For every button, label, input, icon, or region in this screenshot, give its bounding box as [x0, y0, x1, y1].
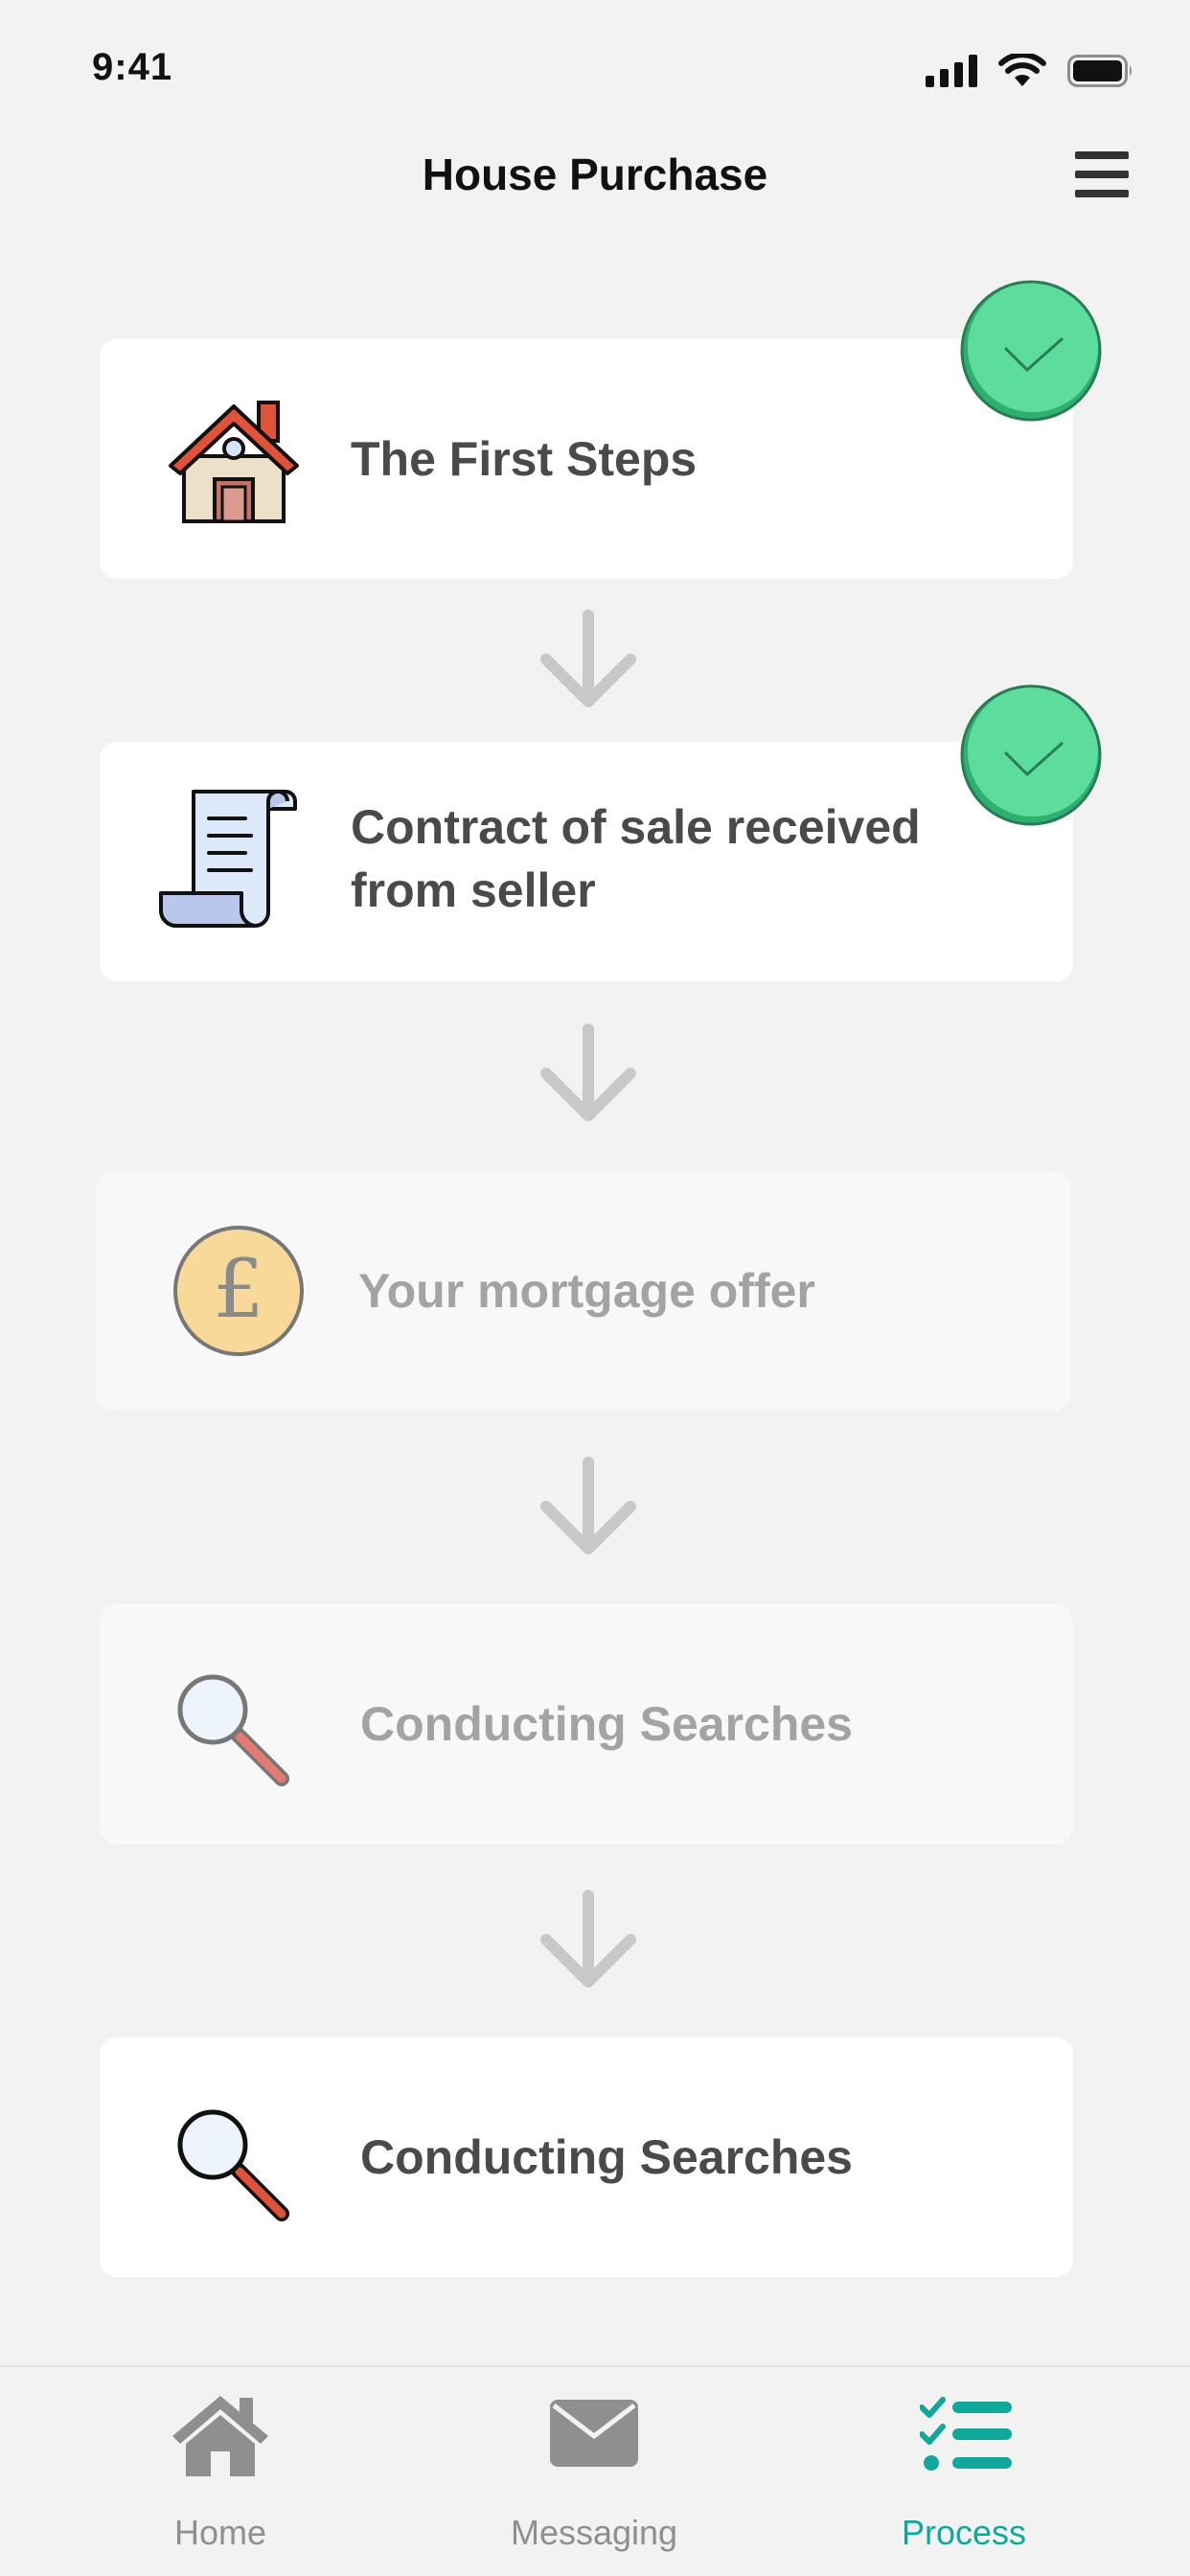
- scroll-icon: [159, 790, 297, 928]
- tab-home[interactable]: Home: [125, 2367, 316, 2559]
- arrow-down-icon: [540, 1457, 636, 1554]
- battery-icon: [1067, 55, 1132, 87]
- step-label: Contract of sale received from seller: [351, 800, 921, 917]
- step-label: The First Steps: [351, 432, 698, 486]
- step-label: Your mortgage offer: [358, 1264, 815, 1318]
- step-card-searches-pending[interactable]: Conducting Searches: [100, 1604, 1073, 1844]
- page-title: House Purchase: [422, 150, 768, 199]
- tab-label: Process: [901, 2513, 1027, 2552]
- check-complete-icon: [960, 684, 1102, 826]
- tab-bar: Home Messaging Process: [0, 2365, 1190, 2576]
- status-time: 9:41: [92, 46, 173, 88]
- home-icon: [172, 2396, 268, 2476]
- cellular-signal-icon: [926, 55, 977, 87]
- hamburger-menu-button[interactable]: [1073, 148, 1131, 201]
- house-icon: [169, 401, 299, 523]
- header: House Purchase: [0, 144, 1190, 259]
- arrow-down-icon: [540, 610, 636, 707]
- step-card-searches-active[interactable]: Conducting Searches: [100, 2037, 1073, 2277]
- status-icons: [926, 54, 1134, 88]
- step-card-first-steps[interactable]: The First Steps: [100, 339, 1073, 579]
- tab-process[interactable]: Process: [868, 2367, 1060, 2559]
- arrow-down-icon: [540, 1890, 636, 1988]
- tab-label: Messaging: [510, 2513, 678, 2552]
- menu-icon-bar: [1075, 190, 1129, 197]
- step-label: Conducting Searches: [360, 2130, 853, 2184]
- magnifier-icon: [177, 1674, 289, 1786]
- check-complete-icon: [960, 280, 1102, 422]
- step-label: Conducting Searches: [360, 1697, 853, 1751]
- pound-coin-icon: £: [173, 1226, 304, 1356]
- svg-text:£: £: [213, 1242, 263, 1336]
- arrow-down-icon: [540, 1024, 636, 1121]
- menu-icon-bar: [1075, 171, 1129, 178]
- step-card-mortgage-offer[interactable]: £ Your mortgage offer: [96, 1171, 1071, 1411]
- checklist-icon: [920, 2397, 1012, 2471]
- magnifier-icon: [177, 2109, 289, 2221]
- status-bar: 9:41: [0, 0, 1190, 144]
- tab-messaging[interactable]: Messaging: [489, 2367, 699, 2559]
- envelope-icon: [550, 2400, 638, 2467]
- step-card-contract[interactable]: Contract of sale received from seller: [100, 742, 1073, 981]
- menu-icon: [1075, 151, 1129, 159]
- tab-label: Home: [173, 2513, 267, 2552]
- wifi-icon: [998, 54, 1046, 86]
